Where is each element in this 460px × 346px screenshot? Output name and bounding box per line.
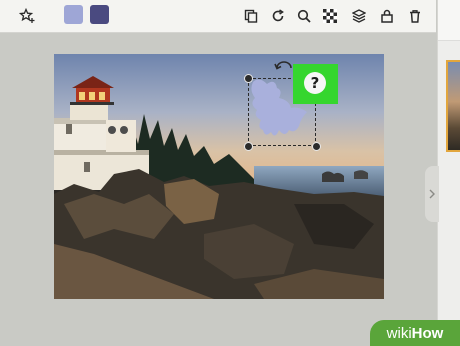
search-icon[interactable] <box>295 7 313 25</box>
side-panel-header <box>438 0 460 41</box>
watermark-part-1: wiki <box>386 324 412 342</box>
help-glyph: ? <box>304 72 326 94</box>
trash-icon[interactable] <box>406 7 424 25</box>
layers-icon[interactable] <box>350 7 368 25</box>
star-plus-icon[interactable] <box>18 7 36 25</box>
dark-indigo-swatch[interactable] <box>90 5 109 24</box>
checkerboard-icon[interactable] <box>321 7 339 25</box>
resize-handle-bottom-right[interactable] <box>312 142 321 151</box>
highlighted-resize-handle[interactable]: ? <box>293 64 338 104</box>
refresh-icon[interactable] <box>269 7 287 25</box>
collapse-panel-tab[interactable] <box>425 166 439 222</box>
rotate-icon[interactable] <box>274 58 294 70</box>
editor-toolbar <box>0 0 436 33</box>
resize-handle-bottom-left[interactable] <box>244 142 253 151</box>
light-periwinkle-swatch[interactable] <box>64 5 83 24</box>
lock-icon[interactable] <box>378 7 396 25</box>
resize-handle-top-left[interactable] <box>244 74 253 83</box>
watermark-part-2: How <box>411 324 444 342</box>
duplicate-icon[interactable] <box>242 7 260 25</box>
pages-side-panel <box>437 0 460 346</box>
chevron-right-icon <box>429 189 435 199</box>
page-thumbnail[interactable] <box>446 60 460 152</box>
wikihow-watermark: wiki How <box>370 320 460 346</box>
